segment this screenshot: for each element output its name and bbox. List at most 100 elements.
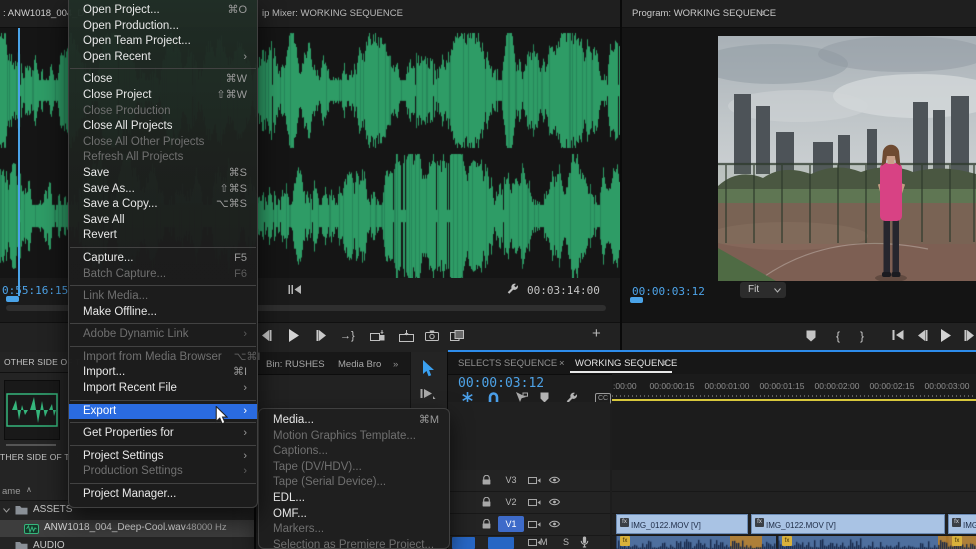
menu-item-project-manager[interactable]: Project Manager...: [69, 487, 257, 503]
step-forward-icon[interactable]: [964, 330, 976, 341]
play-in-to-out-icon[interactable]: →}: [340, 329, 355, 343]
export-frame-camera-icon[interactable]: [425, 330, 439, 341]
mute-button[interactable]: M: [540, 537, 548, 547]
source-playhead[interactable]: [18, 28, 20, 296]
tab-clip-mixer[interactable]: ip Mixer: WORKING SEQUENCE: [262, 8, 403, 19]
tab-selects-sequence[interactable]: SELECTS SEQUENCE: [458, 358, 557, 369]
menu-item-label: Export: [83, 404, 117, 417]
step-forward-icon[interactable]: [316, 330, 328, 341]
play-icon[interactable]: [288, 329, 299, 342]
track-label-v1[interactable]: V1: [498, 516, 524, 532]
menu-item-open-recent[interactable]: Open Recent ›: [69, 50, 257, 66]
menu-item-import-recent-file[interactable]: Import Recent File ›: [69, 381, 257, 397]
audio-clip-thumbnail[interactable]: [4, 380, 60, 440]
menu-item-label: Markers...: [273, 523, 325, 536]
source-scrub-handle[interactable]: [6, 296, 19, 302]
menu-item-save-as[interactable]: Save As... ⇧⌘S: [69, 182, 257, 198]
play-icon[interactable]: [940, 329, 951, 342]
tab-program[interactable]: Program: WORKING SEQUENCE: [632, 8, 776, 19]
overwrite-icon[interactable]: [399, 330, 414, 342]
lock-icon[interactable]: [482, 497, 491, 507]
menu-item-revert[interactable]: Revert: [69, 228, 257, 244]
clip-row-selected[interactable]: ANW1018_004_Deep-Cool.wav 48000 Hz: [0, 520, 254, 537]
menu-item-label: Save a Copy...: [83, 198, 158, 211]
sync-lock-icon[interactable]: [528, 476, 541, 485]
add-marker-icon[interactable]: [806, 330, 816, 342]
go-to-in-icon[interactable]: [288, 285, 301, 294]
tab-media-browser[interactable]: Media Bro: [338, 359, 381, 370]
menu-item-capture[interactable]: Capture... F5: [69, 251, 257, 267]
track-select-forward-tool-icon[interactable]: [420, 388, 436, 399]
mark-out-icon[interactable]: }: [860, 329, 864, 343]
audio-clip[interactable]: [778, 536, 946, 549]
menu-item-close-project[interactable]: Close Project ⇧⌘W: [69, 88, 257, 104]
step-back-icon[interactable]: [916, 330, 928, 341]
track-v3-content[interactable]: [612, 470, 976, 492]
menu-item-edl[interactable]: EDL...: [259, 491, 449, 507]
menu-item-import[interactable]: Import... ⌘I: [69, 365, 257, 381]
menu-item-shortcut: F6: [234, 267, 247, 280]
panel-menu-icon[interactable]: ≡: [760, 8, 766, 19]
track-header-a1: M S: [448, 536, 610, 549]
video-clip[interactable]: fxIMG_0122.MOV [V]: [948, 514, 976, 534]
lock-icon[interactable]: [482, 475, 491, 485]
disclosure-chevron-icon[interactable]: [3, 508, 10, 513]
eye-icon[interactable]: [548, 498, 561, 506]
name-column-header[interactable]: ame: [2, 486, 20, 497]
video-clip[interactable]: fxIMG_0122.MOV [V]: [616, 514, 748, 534]
video-clip[interactable]: fxIMG_0122.MOV [V]: [751, 514, 945, 534]
program-scrub-handle[interactable]: [630, 297, 643, 303]
track-v2-content[interactable]: [612, 492, 976, 514]
track-header-v2: V2: [448, 492, 610, 514]
track-v1-content[interactable]: fx IMG_0122.MOV [V] fx IMG_0122.MOV [V] fx IM…: [612, 514, 976, 536]
program-panel-header: Program: WORKING SEQUENCE ≡: [622, 0, 976, 28]
menu-item-media[interactable]: Media... ⌘M: [259, 413, 449, 429]
insert-icon[interactable]: [370, 330, 385, 342]
eye-icon[interactable]: [548, 476, 561, 484]
menu-item-close[interactable]: Close ⌘W: [69, 72, 257, 88]
menu-item-get-properties-for[interactable]: Get Properties for ›: [69, 426, 257, 442]
track-a1-content[interactable]: fx fx fx: [612, 536, 976, 549]
selection-tool-icon[interactable]: [422, 360, 435, 377]
fx-badge: fx: [620, 518, 629, 527]
tab-overflow-icon[interactable]: »: [393, 359, 398, 370]
track-label-v3[interactable]: V3: [498, 472, 524, 488]
comparison-view-icon[interactable]: [450, 330, 464, 341]
menu-item-save[interactable]: Save ⌘S: [69, 166, 257, 182]
step-back-icon[interactable]: [260, 330, 272, 341]
panel-menu-icon[interactable]: ≡: [662, 358, 668, 369]
menu-item-open-production[interactable]: Open Production...: [69, 19, 257, 35]
add-button-icon[interactable]: +: [592, 326, 601, 341]
menu-divider: [70, 399, 256, 401]
source-patch-a1[interactable]: [452, 537, 475, 549]
menu-item-omf[interactable]: OMF...: [259, 507, 449, 523]
menu-item-export[interactable]: Export ›: [69, 403, 257, 420]
track-label-v2[interactable]: V2: [498, 494, 524, 510]
track-target-a1[interactable]: [488, 537, 514, 549]
go-to-in-icon[interactable]: [892, 330, 904, 340]
thumbnail-scrubber[interactable]: [6, 444, 56, 446]
fx-badge: fx: [952, 518, 961, 527]
menu-item-make-offline[interactable]: Make Offline...: [69, 305, 257, 321]
settings-wrench-icon[interactable]: [506, 283, 519, 296]
menu-item-open-team-project[interactable]: Open Team Project...: [69, 34, 257, 50]
menu-item-label: Open Project...: [83, 4, 160, 16]
menu-item-open-project[interactable]: Open Project... ⌘O: [69, 3, 257, 19]
bin-row-audio[interactable]: AUDIO: [0, 538, 254, 549]
zoom-level-select[interactable]: Fit: [740, 282, 786, 298]
menu-item-project-settings[interactable]: Project Settings ›: [69, 449, 257, 465]
close-tab-icon[interactable]: ×: [559, 358, 565, 369]
menu-item-save-all[interactable]: Save All: [69, 213, 257, 229]
voiceover-mic-icon[interactable]: [580, 536, 589, 548]
sync-lock-icon[interactable]: [528, 520, 541, 529]
solo-button[interactable]: S: [563, 537, 569, 547]
menu-item-close-all-projects[interactable]: Close All Projects: [69, 119, 257, 135]
tab-bin-rushes[interactable]: Bin: RUSHES: [266, 359, 325, 370]
eye-icon[interactable]: [548, 520, 561, 528]
menu-item-shortcut: ⌘I: [232, 366, 247, 379]
sync-lock-icon[interactable]: [528, 498, 541, 507]
menu-item-save-a-copy[interactable]: Save a Copy... ⌥⌘S: [69, 197, 257, 213]
menu-item-shortcut: ⌘W: [225, 73, 247, 86]
lock-icon[interactable]: [482, 519, 491, 529]
mark-in-icon[interactable]: {: [836, 329, 840, 343]
